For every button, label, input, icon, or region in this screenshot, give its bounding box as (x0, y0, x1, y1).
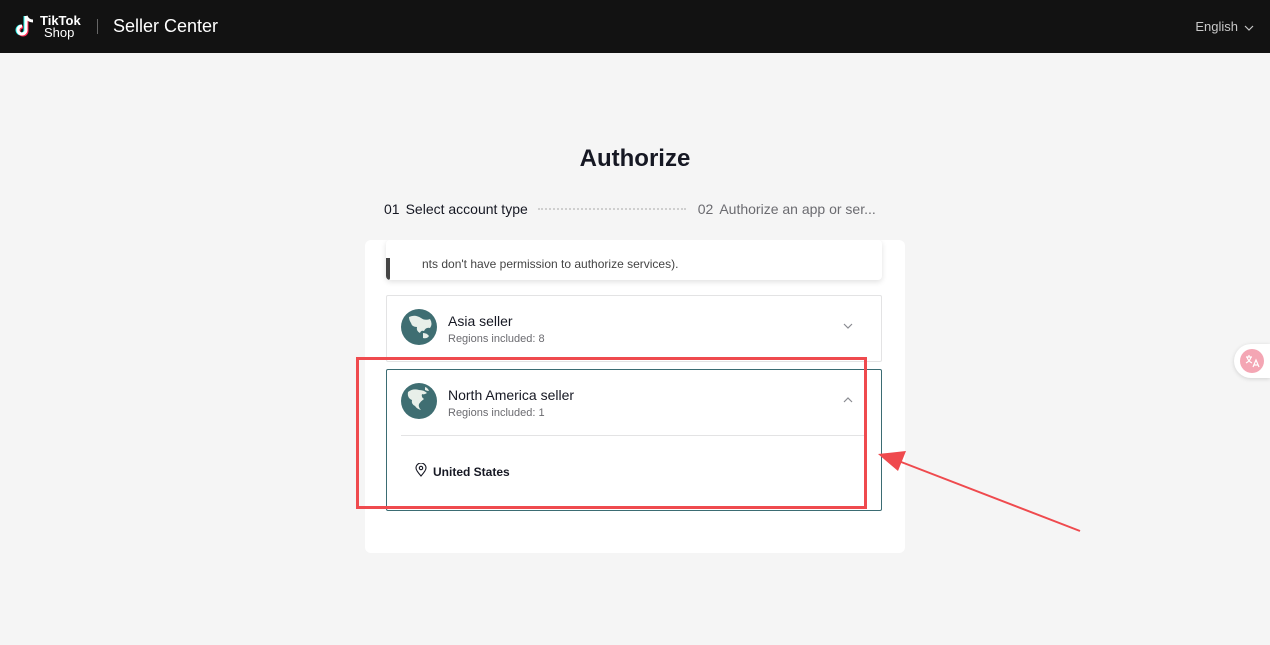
notice-text: nts don't have permission to authorize s… (422, 257, 679, 271)
card-divider (401, 435, 865, 436)
globe-icon (401, 383, 437, 419)
account-type-north-america-seller[interactable]: North America seller Regions included: 1… (386, 369, 882, 511)
location-pin-icon (415, 462, 427, 480)
globe-icon (401, 309, 437, 345)
notice-accent-bar (386, 258, 390, 280)
step-2-number: 02 (697, 201, 714, 217)
chevron-up-icon[interactable] (843, 394, 857, 408)
account-type-panel: nts don't have permission to authorize s… (365, 240, 905, 553)
account-type-asia-seller[interactable]: Asia seller Regions included: 8 (386, 295, 882, 362)
logo-wordmark: TikTok Shop (40, 14, 81, 40)
account-type-name: Asia seller (448, 313, 513, 329)
step-1-label: Select account type (405, 201, 528, 217)
step-connector (537, 208, 686, 210)
logo-line2: Shop (44, 25, 75, 40)
top-navigation-bar: TikTok Shop Seller Center English (0, 0, 1270, 53)
tiktok-note-icon (14, 14, 36, 40)
account-type-name: North America seller (448, 387, 575, 403)
header-divider (97, 19, 98, 34)
tiktok-shop-logo[interactable]: TikTok Shop (14, 12, 86, 42)
regions-count: Regions included: 8 (448, 333, 545, 345)
translate-icon (1240, 349, 1264, 373)
step-2: 02 Authorize an app or ser... (698, 201, 888, 217)
page-title: Authorize (579, 145, 691, 172)
region-option-united-states[interactable]: United States (415, 462, 510, 480)
step-1-number: 01 (384, 201, 400, 217)
language-selector[interactable]: English (1195, 19, 1254, 34)
translate-floating-button[interactable] (1234, 344, 1270, 378)
chevron-down-icon (1244, 19, 1254, 34)
step-2-label: Authorize an app or ser... (719, 201, 876, 217)
chevron-down-icon[interactable] (843, 320, 857, 334)
stepper: 01 Select account type 02 Authorize an app… (384, 199, 890, 219)
language-label: English (1195, 19, 1238, 34)
brand-title: Seller Center (113, 16, 219, 36)
regions-count: Regions included: 1 (448, 407, 545, 419)
permission-notice: nts don't have permission to authorize s… (386, 240, 882, 280)
region-label: United States (433, 464, 510, 479)
step-1: 01 Select account type (384, 201, 528, 217)
